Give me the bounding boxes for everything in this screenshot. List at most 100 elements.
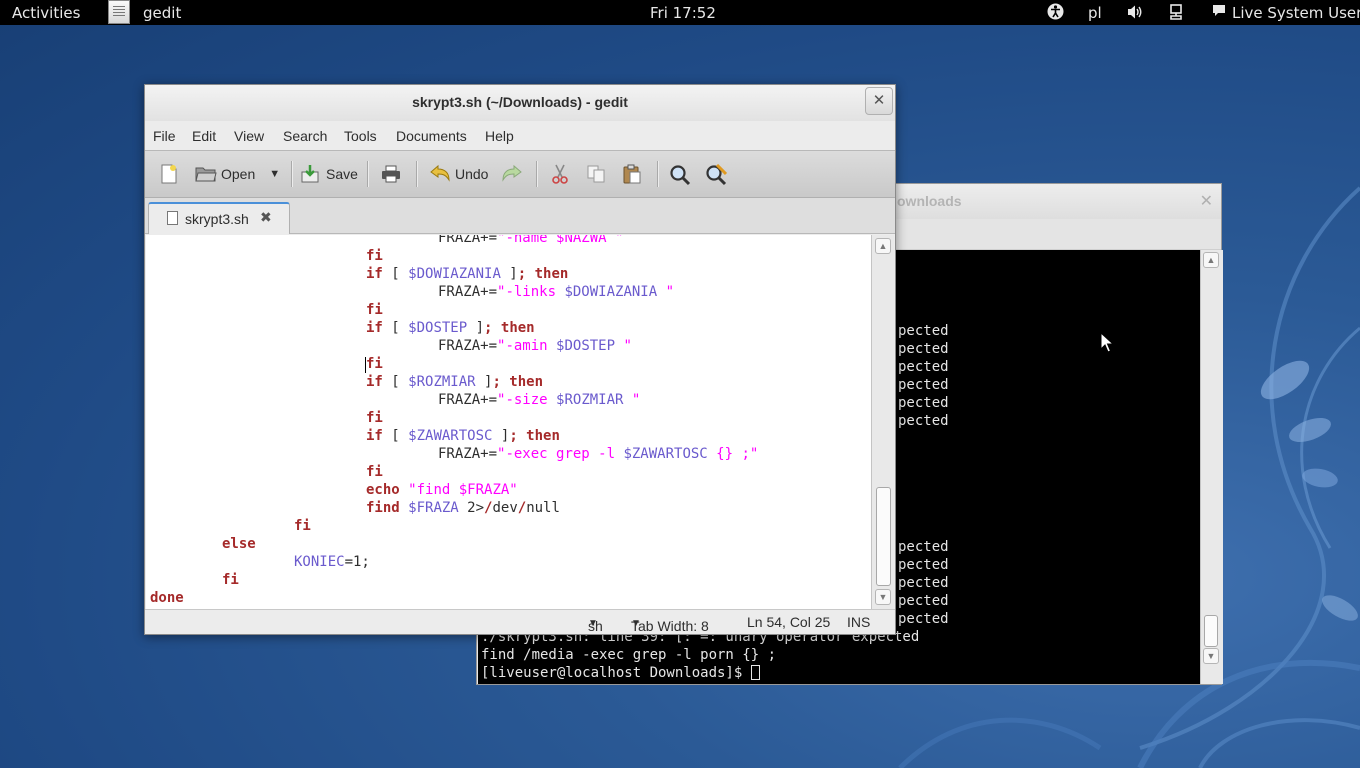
menu-edit[interactable]: Edit: [192, 128, 216, 144]
code-token: else: [222, 536, 256, 552]
redo-icon: [501, 164, 522, 184]
undo-button[interactable]: Undo: [429, 161, 488, 187]
gedit-titlebar[interactable]: skrypt3.sh (~/Downloads) - gedit ✕: [145, 85, 895, 121]
open-button[interactable]: Open ▼: [195, 161, 280, 187]
terminal-scrollbar[interactable]: ▲ ▼: [1200, 250, 1223, 684]
find-button[interactable]: [669, 161, 695, 187]
scroll-up-icon[interactable]: ▲: [875, 238, 891, 254]
code-token: "-exec grep -l: [497, 446, 624, 462]
scroll-down-icon[interactable]: ▼: [1203, 648, 1219, 664]
menubar: File Edit View Search Tools Documents He…: [145, 121, 895, 150]
code-line: fi: [222, 571, 239, 589]
find-replace-button[interactable]: [705, 161, 731, 187]
network-icon[interactable]: [1168, 4, 1184, 24]
code-token: find: [366, 500, 400, 516]
code-token: $ROZMIAR: [408, 374, 476, 390]
scrollbar-thumb[interactable]: [876, 487, 891, 586]
terminal-line: pected: [898, 359, 949, 375]
prompt-text: [liveuser@localhost Downloads]$: [481, 665, 751, 681]
keyboard-layout-indicator[interactable]: pl: [1088, 4, 1102, 22]
code-token: "-links: [497, 284, 565, 300]
paste-button[interactable]: [622, 161, 648, 187]
code-token: "-name $NAZWA ": [497, 235, 624, 246]
menu-tools[interactable]: Tools: [344, 128, 377, 144]
chevron-down-icon[interactable]: ▼: [269, 168, 280, 180]
app-menu[interactable]: gedit: [143, 4, 181, 22]
code-token: ": [615, 338, 632, 354]
menu-documents[interactable]: Documents: [396, 128, 467, 144]
cut-button[interactable]: [550, 161, 576, 187]
scrollbar-thumb[interactable]: [1204, 615, 1218, 647]
code-line: FRAZA+="-size $ROZMIAR ": [438, 391, 640, 409]
code-editor[interactable]: FRAZA+="-name $NAZWA " fi if [ $DOWIAZANIA…: [146, 235, 871, 609]
new-document-button[interactable]: [159, 161, 185, 187]
code-line: find $FRAZA 2>/dev/null: [366, 499, 560, 517]
menu-search[interactable]: Search: [283, 128, 327, 144]
code-token: KONIEC: [294, 554, 345, 570]
code-token: fi: [366, 302, 383, 318]
code-token: "-amin: [497, 338, 557, 354]
menu-help[interactable]: Help: [485, 128, 514, 144]
code-token: if: [366, 374, 383, 390]
redo-button[interactable]: [501, 161, 527, 187]
cursor-position: Ln 54, Col 25: [747, 614, 831, 630]
gedit-window[interactable]: skrypt3.sh (~/Downloads) - gedit ✕ File …: [144, 84, 896, 635]
mouse-pointer-icon: [1100, 332, 1114, 353]
copy-button[interactable]: [586, 161, 612, 187]
code-token: [: [382, 374, 409, 390]
clock[interactable]: Fri 17:52: [650, 4, 716, 22]
scroll-down-icon[interactable]: ▼: [875, 589, 891, 605]
code-token: fi: [366, 410, 383, 426]
save-label: Save: [326, 166, 358, 182]
volume-icon[interactable]: [1127, 4, 1143, 24]
tab-skrypt3[interactable]: skrypt3.sh ✖: [148, 202, 290, 234]
code-line: FRAZA+="-amin $DOSTEP ": [438, 337, 632, 355]
code-line: KONIEC=1;: [294, 553, 370, 571]
tab-width-label: Tab Width: 8: [631, 618, 709, 634]
code-token: FRAZA+=: [438, 235, 498, 246]
print-button[interactable]: [381, 161, 407, 187]
chat-status-icon[interactable]: [1212, 4, 1226, 22]
code-token: null: [526, 500, 560, 516]
accessibility-icon[interactable]: [1047, 3, 1064, 24]
code-line: fi: [366, 247, 383, 265]
close-icon[interactable]: ✕: [1200, 191, 1213, 211]
code-line: FRAZA+="-name $NAZWA ": [438, 235, 623, 247]
code-token: if: [366, 428, 383, 444]
terminal-line: pected: [898, 557, 949, 573]
menu-file[interactable]: File: [153, 128, 176, 144]
code-line: if [ $DOWIAZANIA ]; then: [366, 265, 568, 283]
code-token: ; then: [509, 428, 560, 444]
code-line: fi: [294, 517, 311, 535]
code-token: {} ;": [707, 446, 759, 462]
code-token: fi: [294, 518, 311, 534]
code-token: ]: [475, 374, 493, 390]
insert-mode: INS: [847, 614, 871, 630]
code-line: fi: [366, 355, 383, 373]
activities-button[interactable]: Activities: [12, 4, 80, 22]
code-token: fi: [222, 572, 239, 588]
editor-scrollbar[interactable]: ▲ ▼: [871, 235, 894, 609]
terminal-line: find /media -exec grep -l porn {} ;: [481, 647, 777, 663]
search-icon: [669, 164, 691, 186]
printer-icon: [381, 164, 401, 184]
code-token: ]: [492, 428, 510, 444]
terminal-prompt[interactable]: [liveuser@localhost Downloads]$: [481, 664, 760, 682]
toolbar-separator: [657, 161, 658, 187]
terminal-line: pected: [898, 341, 949, 357]
code-line: fi: [366, 301, 383, 319]
user-menu[interactable]: Live System User: [1232, 4, 1360, 22]
tab-close-icon[interactable]: ✖: [260, 209, 272, 226]
save-button[interactable]: Save: [300, 161, 358, 187]
terminal-line: pected: [898, 323, 949, 339]
menu-view[interactable]: View: [234, 128, 264, 144]
new-document-icon: [159, 164, 179, 184]
find-replace-icon: [705, 163, 728, 186]
code-token: dev: [492, 500, 518, 516]
close-button[interactable]: ✕: [865, 87, 893, 115]
scissors-icon: [550, 164, 570, 184]
scroll-up-icon[interactable]: ▲: [1203, 252, 1219, 268]
terminal-line: pected: [898, 413, 949, 429]
toolbar-separator: [367, 161, 368, 187]
